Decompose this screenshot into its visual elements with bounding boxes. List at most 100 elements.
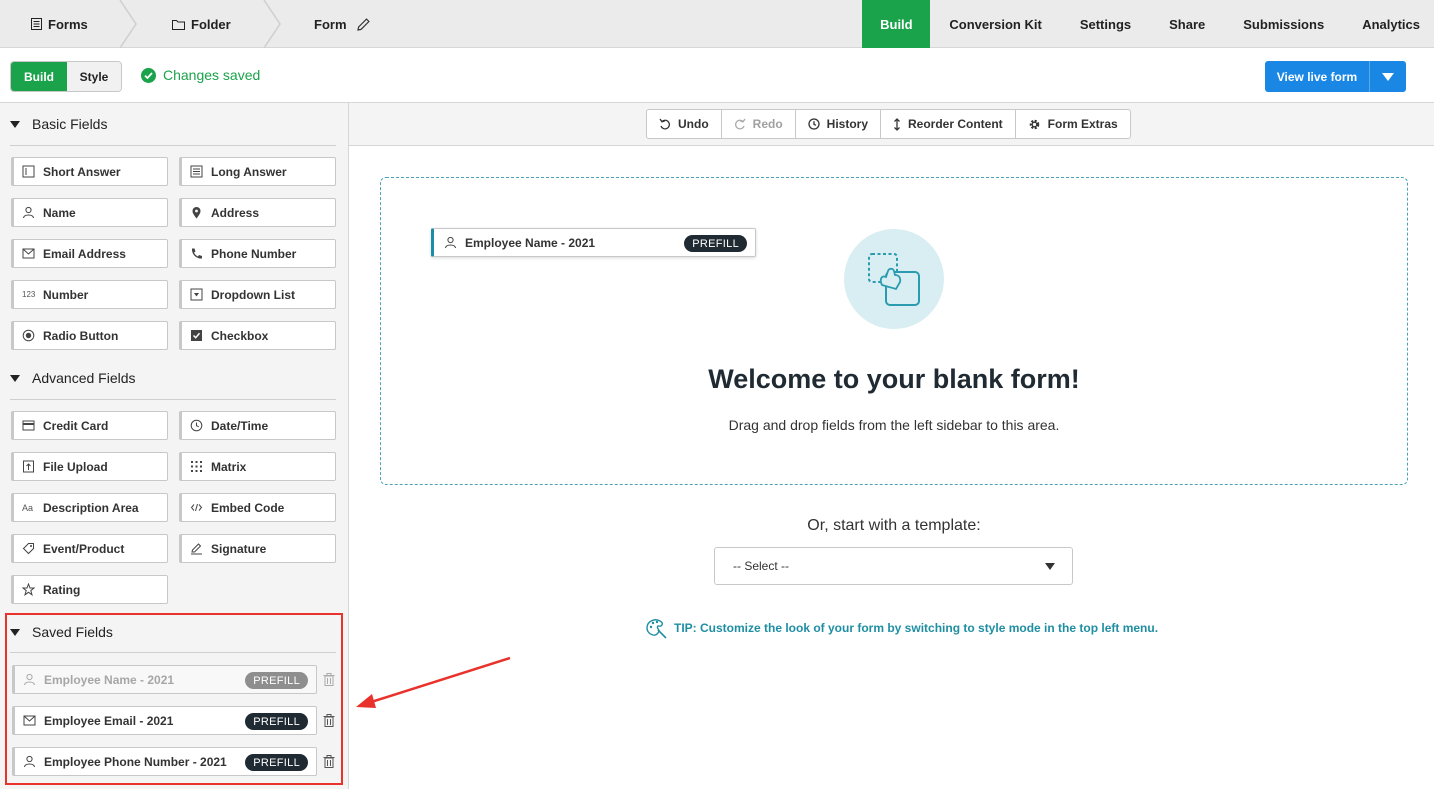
save-status: Changes saved [141,67,260,83]
phone-icon [191,248,202,259]
star-icon [22,583,35,596]
basic-fields-header[interactable]: Basic Fields [10,116,107,132]
annotation-arrow [356,656,511,708]
drag-hint-text: Drag and drop fields from the left sideb… [728,417,1060,433]
reorder-label: Reorder Content [908,117,1003,131]
field-email-address[interactable]: Email Address [11,239,168,268]
breadcrumb-forms[interactable]: Forms [31,0,88,48]
view-live-form-group: View live form [1265,61,1406,92]
tab-submissions[interactable]: Submissions [1224,0,1343,48]
field-label: Checkbox [211,328,269,343]
field-description-area[interactable]: Aa Description Area [11,493,168,522]
form-extras-button[interactable]: Form Extras [1016,110,1130,138]
tab-share[interactable]: Share [1150,0,1224,48]
envelope-icon [22,248,35,259]
matrix-grid-icon [191,461,202,472]
number-icon: 123 [22,290,36,299]
reorder-arrows-icon [894,117,900,131]
tip-label: TIP: [674,621,697,635]
field-label: File Upload [43,459,108,474]
history-clock-icon [808,118,820,130]
tip-text: Customize the look of your form by switc… [696,621,1159,635]
prefill-badge: PREFILL [684,235,747,252]
field-credit-card[interactable]: Credit Card [11,411,168,440]
check-circle-icon [141,67,156,83]
view-live-dropdown-button[interactable] [1369,61,1406,92]
field-radio-button[interactable]: Radio Button [11,321,168,350]
advanced-fields-title: Advanced Fields [32,370,136,386]
field-dropdown-list[interactable]: Dropdown List [179,280,336,309]
field-label: Rating [43,582,81,597]
undo-label: Undo [678,117,709,131]
breadcrumb-folder-label: Folder [191,16,231,32]
collapse-triangle-icon [10,374,20,382]
template-prompt: Or, start with a template: [807,517,981,534]
person-icon [23,206,34,219]
field-file-upload[interactable]: File Upload [11,452,168,481]
main-tabs: Build Conversion Kit Settings Share Subm… [862,0,1434,48]
tab-settings[interactable]: Settings [1061,0,1150,48]
history-button[interactable]: History [796,110,881,138]
field-long-answer[interactable]: Long Answer [179,157,336,186]
drag-drop-icon [868,253,920,306]
field-embed-code[interactable]: Embed Code [179,493,336,522]
field-label: Short Answer [43,164,121,179]
dragged-field-chip[interactable]: Employee Name - 2021 PREFILL [431,228,756,257]
field-rating[interactable]: Rating [11,575,168,604]
field-checkbox[interactable]: Checkbox [179,321,336,350]
tab-conversion-kit[interactable]: Conversion Kit [930,0,1060,48]
basic-fields-title: Basic Fields [32,116,108,132]
field-label: Radio Button [43,328,119,343]
breadcrumb-separator [263,0,281,48]
long-answer-icon [190,165,203,178]
tab-analytics[interactable]: Analytics [1343,0,1434,48]
mode-bar: Build Style Changes saved View live form [0,48,1434,103]
folder-icon [172,19,185,30]
build-mode-button[interactable]: Build [11,62,67,91]
field-label: Matrix [211,459,247,474]
field-label: Number [43,287,89,302]
forms-icon [31,18,42,30]
top-nav: Forms Folder Form Build Conversion Kit S… [0,0,1434,48]
code-icon [190,503,203,512]
redo-button[interactable]: Redo [722,110,796,138]
form-drop-area[interactable] [380,177,1408,485]
tab-build[interactable]: Build [862,0,931,48]
reorder-content-button[interactable]: Reorder Content [881,110,1016,138]
file-upload-icon [23,460,34,473]
toolbar-button-group: Undo Redo History Reorder Content Form E… [646,109,1131,139]
history-label: History [826,117,868,131]
caret-down-icon [1045,563,1055,570]
editor-toolbar: Undo Redo History Reorder Content Form E… [349,103,1434,146]
breadcrumb-form: Form [314,0,376,48]
field-short-answer[interactable]: Short Answer [11,157,168,186]
style-mode-button[interactable]: Style [67,62,121,91]
field-address[interactable]: Address [179,198,336,227]
template-select[interactable]: -- Select -- [714,547,1073,585]
field-signature[interactable]: Signature [179,534,336,563]
field-event-product[interactable]: Event/Product [11,534,168,563]
form-name: Form [314,16,347,32]
field-label: Dropdown List [211,287,295,302]
gear-icon [1029,119,1039,129]
field-label: Email Address [43,246,126,261]
pencil-icon[interactable] [356,17,370,31]
paint-palette-icon [646,619,667,639]
field-label: Event/Product [43,541,125,556]
field-label: Embed Code [211,500,285,515]
undo-button[interactable]: Undo [647,110,722,138]
tag-icon [22,543,34,555]
field-number[interactable]: 123 Number [11,280,168,309]
checkbox-icon [191,330,202,341]
radio-icon [22,329,35,342]
breadcrumb-folder[interactable]: Folder [172,0,231,48]
breadcrumb-separator [119,0,137,48]
field-matrix[interactable]: Matrix [179,452,336,481]
field-phone-number[interactable]: Phone Number [179,239,336,268]
view-live-form-button[interactable]: View live form [1265,61,1369,92]
field-name[interactable]: Name [11,198,168,227]
field-date-time[interactable]: Date/Time [179,411,336,440]
breadcrumb-forms-label: Forms [48,16,88,32]
advanced-fields-header[interactable]: Advanced Fields [10,370,136,386]
form-extras-label: Form Extras [1047,117,1118,131]
